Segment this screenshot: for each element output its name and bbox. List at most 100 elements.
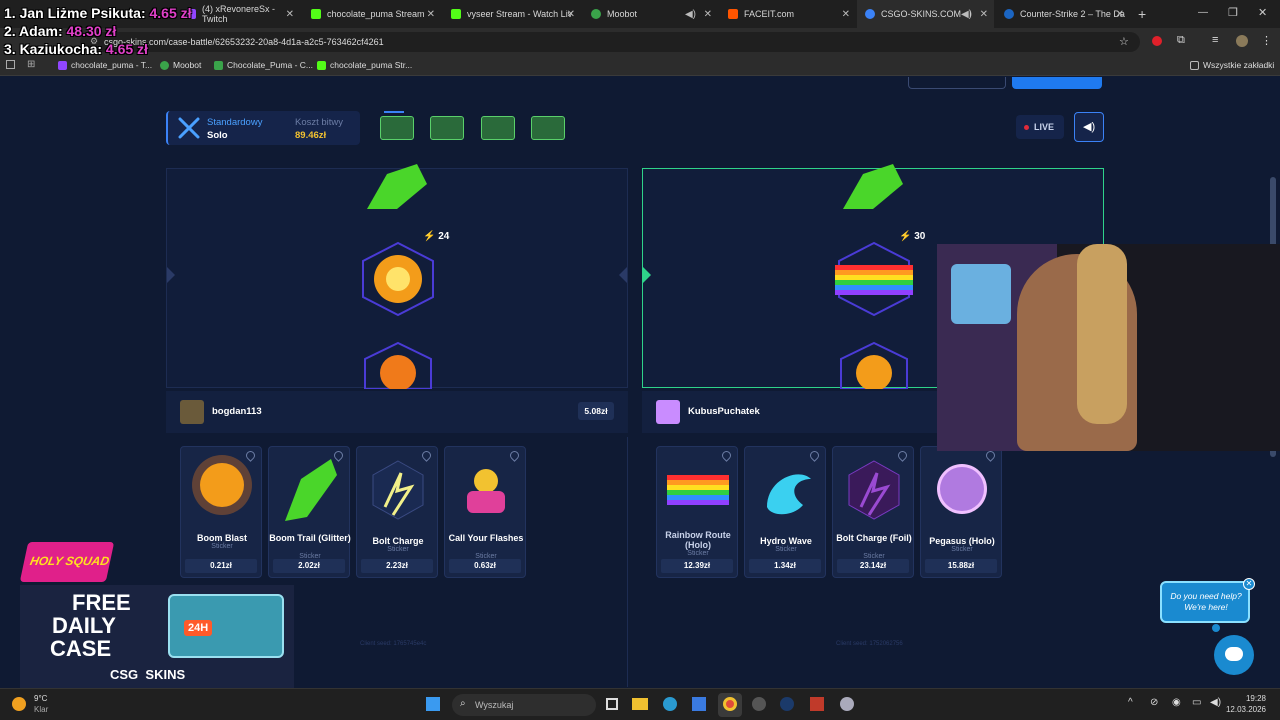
mode-value: Solo xyxy=(207,130,228,141)
close-icon[interactable]: ✕ xyxy=(842,9,850,20)
case-icon[interactable] xyxy=(380,116,414,140)
item-card[interactable]: Rainbow Route (Holo) Sticker 12.39zł xyxy=(656,446,738,578)
chevron-up-icon[interactable]: ^ xyxy=(1128,697,1133,708)
close-icon[interactable]: ✕ xyxy=(1116,9,1124,20)
item-name: Bolt Charge (Foil) xyxy=(836,533,912,543)
item-card[interactable]: Hydro Wave Sticker 1.34zł xyxy=(744,446,826,578)
bookmarks-bar: ⊞ chocolate_puma - T... Moobot Chocolate… xyxy=(0,56,1280,76)
close-icon[interactable]: ✕ xyxy=(427,9,435,20)
item-card[interactable]: Pegasus (Holo) Sticker 15.88zł xyxy=(920,446,1002,578)
weather-temp[interactable]: 9°C xyxy=(34,694,47,703)
heart-icon[interactable] xyxy=(508,449,521,462)
close-icon[interactable]: ✕ xyxy=(704,9,712,20)
player-name[interactable]: KubusPuchatek xyxy=(688,406,760,417)
chrome-icon[interactable] xyxy=(723,697,737,711)
header-button-primary[interactable] xyxy=(1012,77,1102,89)
leaderboard-amount: 4.65 zł xyxy=(149,5,192,21)
item-price: 15.88zł xyxy=(925,559,997,573)
bookmark-item[interactable]: Chocolate_Puma - C... xyxy=(214,60,313,70)
kick-icon xyxy=(317,60,326,70)
new-tab-button[interactable]: + xyxy=(1138,6,1146,22)
tab-twitch[interactable]: (4) xRevonereSx - Twitch ✕ xyxy=(178,0,300,28)
mode-label: Standardowy xyxy=(207,117,263,128)
case-icon[interactable] xyxy=(430,116,464,140)
close-window-button[interactable]: ✕ xyxy=(1258,6,1267,19)
all-bookmarks[interactable]: Wszystkie zakładki xyxy=(1190,60,1274,70)
file-explorer-icon[interactable] xyxy=(632,698,648,710)
item-type: Sticker xyxy=(687,550,709,557)
edge-icon[interactable] xyxy=(663,697,677,711)
task-view-icon[interactable] xyxy=(606,698,618,710)
tab-csgo-skins[interactable]: CSGO-SKINS.COM - I ◀) ✕ xyxy=(857,0,994,28)
stream-leaderboard: 1. Jan Liżme Psikuta: 4.65 zł 2. Adam: 4… xyxy=(4,4,192,58)
heart-icon[interactable] xyxy=(244,449,257,462)
header-button-outline[interactable] xyxy=(908,77,1006,89)
heart-icon[interactable] xyxy=(720,449,733,462)
tab-moobot[interactable]: Moobot ◀) ✕ xyxy=(583,0,718,28)
bookmark-star-icon[interactable]: ☆ xyxy=(1119,35,1129,48)
item-card[interactable]: Bolt Charge (Foil) Sticker 23.14zł xyxy=(832,446,914,578)
bookmark-item[interactable]: Moobot xyxy=(160,60,201,70)
tab-kick-vyseer[interactable]: vyseer Stream - Watch Liv ✕ xyxy=(443,0,581,28)
item-price: 0.63zł xyxy=(449,559,521,573)
leaderboard-row: 1. Jan Liżme Psikuta: 4.65 zł xyxy=(4,4,192,22)
bookmark-item[interactable]: chocolate_puma Str... xyxy=(317,60,412,70)
help-close-icon[interactable]: ✕ xyxy=(1243,578,1255,590)
weather-desc[interactable]: Klar xyxy=(34,705,48,714)
csgo-skins-logo: CSG SKINS xyxy=(110,667,186,682)
network-off-icon[interactable]: ⊘ xyxy=(1150,697,1158,708)
case-icon[interactable] xyxy=(481,116,515,140)
menu-icon[interactable]: ⋮ xyxy=(1261,34,1272,47)
sound-button[interactable]: ◀) xyxy=(1074,112,1104,142)
heart-icon[interactable] xyxy=(984,449,997,462)
apps-icon[interactable] xyxy=(6,60,15,69)
speaker-icon[interactable]: ◀) xyxy=(961,9,972,20)
close-icon[interactable]: ✕ xyxy=(286,9,294,20)
tab-steam[interactable]: Counter-Strike 2 – The Da ✕ xyxy=(996,0,1130,28)
avatar[interactable] xyxy=(656,400,680,424)
chat-button[interactable] xyxy=(1214,635,1254,675)
minimize-button[interactable]: — xyxy=(1198,7,1208,18)
microphone-icon[interactable]: ◉ xyxy=(1172,697,1181,708)
item-card[interactable]: Bolt Charge Sticker 2.23zł xyxy=(356,446,438,578)
clock-time[interactable]: 19:28 xyxy=(1228,694,1266,703)
app-icon[interactable] xyxy=(752,697,766,711)
start-icon[interactable] xyxy=(426,697,440,711)
live-badge: LIVE xyxy=(1016,115,1064,139)
cost-value: 89.46zł xyxy=(295,130,327,141)
display-icon[interactable]: ▭ xyxy=(1192,697,1201,708)
bookmark-item[interactable]: chocolate_puma - T... xyxy=(58,60,152,70)
player-name[interactable]: bogdan113 xyxy=(212,406,262,417)
tab-kick-chocolate[interactable]: chocolate_puma Stream ✕ xyxy=(303,0,441,28)
speaker-icon[interactable]: ◀) xyxy=(685,9,696,20)
item-name: Bolt Charge xyxy=(372,536,424,546)
clock-date[interactable]: 12.03.2026 xyxy=(1218,705,1266,714)
faceit-icon[interactable] xyxy=(810,697,824,711)
item-card[interactable]: Call Your Flashes Sticker 0.63zł xyxy=(444,446,526,578)
tab-label: Counter-Strike 2 – The Da xyxy=(1020,9,1125,19)
spin-value-text: 24 xyxy=(438,231,450,242)
tab-faceit[interactable]: FACEIT.com ✕ xyxy=(720,0,856,28)
maximize-button[interactable]: ❐ xyxy=(1228,6,1238,19)
extension-icon[interactable] xyxy=(1152,36,1162,46)
close-icon[interactable]: ✕ xyxy=(980,9,988,20)
close-icon[interactable]: ✕ xyxy=(567,9,575,20)
settings-icon[interactable] xyxy=(840,697,854,711)
sticker-image xyxy=(843,164,903,209)
extensions-puzzle-icon[interactable]: ⧉ xyxy=(1177,34,1185,47)
help-bubble[interactable]: Do you need help? We're here! xyxy=(1160,581,1250,623)
search-placeholder: Wyszukaj xyxy=(475,700,514,710)
bookmark-label: chocolate_puma Str... xyxy=(330,60,413,70)
steam-icon[interactable] xyxy=(780,697,794,711)
weather-icon[interactable] xyxy=(12,697,26,711)
faceit-icon xyxy=(728,9,738,19)
grid-icon[interactable]: ⊞ xyxy=(27,59,35,70)
media-icon[interactable]: ≡ xyxy=(1212,34,1218,46)
avatar[interactable] xyxy=(180,400,204,424)
holy-squad-text: HOLY SQUAD xyxy=(28,554,111,568)
store-icon[interactable] xyxy=(692,697,706,711)
case-icon[interactable] xyxy=(531,116,565,140)
crossed-swords-icon xyxy=(178,117,200,139)
taskbar-search[interactable]: ⌕ Wyszukaj xyxy=(452,694,596,716)
avatar[interactable] xyxy=(1236,35,1248,47)
